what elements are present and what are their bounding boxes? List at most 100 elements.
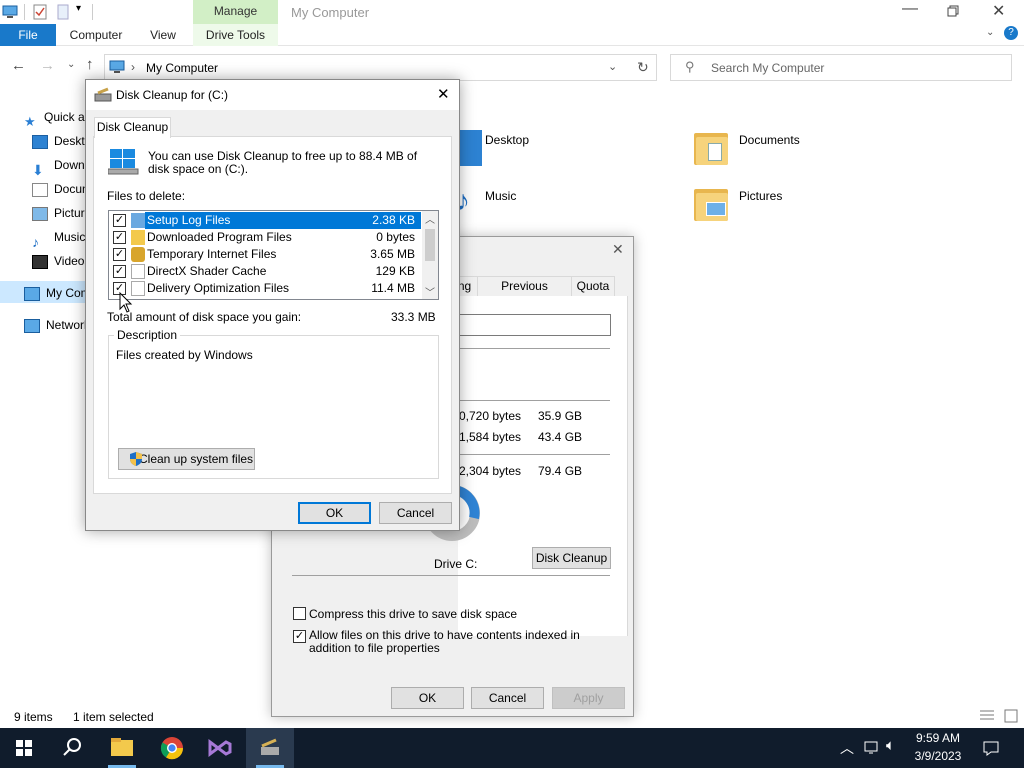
documents-icon bbox=[32, 182, 48, 197]
tab-disk-cleanup[interactable]: Disk Cleanup bbox=[94, 117, 171, 138]
tab-drive-tools[interactable]: Drive Tools bbox=[193, 24, 278, 46]
list-item[interactable]: ✓ Temporary Internet Files 3.65 MB bbox=[109, 246, 423, 263]
close-icon[interactable]: ✕ bbox=[992, 1, 1005, 21]
clock-date[interactable]: 3/9/2023 bbox=[908, 749, 968, 763]
refresh-icon[interactable]: ↻ bbox=[637, 59, 649, 76]
chevron-up-icon[interactable]: ︿ bbox=[840, 738, 854, 758]
chevron-down-icon[interactable]: ⌄ bbox=[608, 60, 617, 73]
files-list[interactable]: ✓ Setup Log Files 2.38 KB ✓ Downloaded P… bbox=[108, 210, 439, 300]
folder-label-desktop[interactable]: Desktop bbox=[485, 133, 529, 147]
folder-label-documents[interactable]: Documents bbox=[739, 133, 800, 147]
divider bbox=[292, 575, 610, 576]
disk-cleanup-icon bbox=[94, 87, 112, 102]
folder-icon bbox=[131, 230, 145, 245]
scrollbar-thumb[interactable] bbox=[425, 229, 435, 261]
help-icon[interactable]: ? bbox=[1004, 26, 1018, 40]
free-bytes: 1,584 bytes bbox=[459, 430, 522, 444]
divider bbox=[92, 4, 93, 20]
search-icon[interactable] bbox=[48, 728, 96, 768]
restore-icon[interactable] bbox=[947, 5, 959, 17]
documents-folder-icon[interactable] bbox=[694, 129, 730, 167]
file-icon bbox=[131, 213, 145, 228]
network-icon[interactable] bbox=[863, 740, 881, 756]
status-bar: 9 items 1 item selected bbox=[0, 706, 1024, 728]
recent-locations-icon[interactable]: ⌄ bbox=[67, 59, 75, 70]
search-input[interactable]: ⚲ Search My Computer bbox=[670, 54, 1012, 81]
star-icon: ★ bbox=[24, 113, 36, 128]
properties-icon[interactable] bbox=[33, 4, 47, 20]
details-view-icon[interactable] bbox=[979, 709, 995, 723]
sidebar-item-network[interactable]: Network bbox=[24, 314, 90, 336]
list-item[interactable]: ✓ DirectX Shader Cache 129 KB bbox=[109, 263, 423, 280]
folder-label-pictures[interactable]: Pictures bbox=[739, 189, 782, 203]
new-folder-icon[interactable] bbox=[57, 4, 69, 20]
download-icon: ⬇ bbox=[32, 161, 44, 176]
item-checkbox[interactable]: ✓ bbox=[113, 248, 126, 261]
divider bbox=[458, 454, 610, 455]
sidebar-item-music[interactable]: ♪ Music bbox=[32, 226, 85, 248]
files-to-delete-label: Files to delete: bbox=[107, 189, 186, 203]
tab-previous-versions[interactable]: Previous Versions bbox=[477, 276, 572, 312]
visual-studio-icon[interactable] bbox=[196, 728, 244, 768]
forward-arrow-icon[interactable]: → bbox=[40, 57, 55, 74]
breadcrumb[interactable]: My Computer bbox=[146, 61, 218, 75]
item-checkbox[interactable]: ✓ bbox=[113, 214, 126, 227]
drive-name-input[interactable] bbox=[458, 314, 611, 336]
list-item[interactable]: ✓ Delivery Optimization Files 11.4 MB bbox=[109, 280, 423, 297]
tab-view[interactable]: View bbox=[140, 24, 186, 46]
scroll-down-icon[interactable]: ﹀ bbox=[425, 284, 435, 299]
chevron-down-icon[interactable]: ▾ bbox=[76, 3, 81, 14]
close-icon[interactable]: ✕ bbox=[437, 85, 450, 103]
search-placeholder: Search My Computer bbox=[711, 61, 825, 75]
compress-checkbox[interactable] bbox=[293, 607, 306, 620]
clean-up-system-files-button[interactable]: Clean up system files bbox=[118, 448, 255, 470]
pictures-icon bbox=[32, 206, 48, 221]
address-bar[interactable]: › My Computer ⌄ ↻ bbox=[104, 54, 657, 81]
file-icon bbox=[131, 264, 145, 279]
pictures-folder-icon[interactable] bbox=[694, 185, 730, 223]
chrome-icon[interactable] bbox=[148, 728, 196, 768]
computer-icon bbox=[24, 286, 40, 301]
list-scrollbar[interactable]: ︿ ﹀ bbox=[422, 211, 438, 299]
computer-icon bbox=[2, 5, 18, 18]
videos-icon bbox=[32, 254, 48, 269]
item-name: DirectX Shader Cache bbox=[147, 264, 267, 278]
compress-label: Compress this drive to save disk space bbox=[309, 607, 518, 621]
item-size: 11.4 MB bbox=[371, 281, 415, 295]
tab-quota[interactable]: Quota bbox=[571, 276, 615, 297]
list-item[interactable]: ✓ Downloaded Program Files 0 bytes bbox=[109, 229, 423, 246]
scroll-up-icon[interactable]: ︿ bbox=[425, 211, 435, 226]
disk-cleanup-taskbar-icon[interactable] bbox=[246, 728, 294, 768]
large-icons-view-icon[interactable] bbox=[1003, 709, 1019, 723]
disk-cleanup-button[interactable]: Disk Cleanup bbox=[532, 547, 611, 569]
minimize-icon[interactable]: — bbox=[902, 0, 918, 18]
total-gain-label: Total amount of disk space you gain: bbox=[107, 310, 302, 324]
folder-label-music[interactable]: Music bbox=[485, 189, 516, 203]
notifications-icon[interactable] bbox=[982, 740, 1000, 756]
clock-time[interactable]: 9:59 AM bbox=[908, 731, 968, 745]
file-explorer-icon[interactable] bbox=[98, 728, 146, 768]
item-checkbox[interactable]: ✓ bbox=[113, 265, 126, 278]
ok-button[interactable]: OK bbox=[298, 502, 371, 524]
up-arrow-icon[interactable]: ↑ bbox=[86, 56, 94, 73]
sidebar-item-label: Network bbox=[46, 318, 91, 332]
clean-up-system-files-label: Clean up system files bbox=[139, 452, 254, 466]
index-checkbox[interactable]: ✓ bbox=[293, 630, 306, 643]
close-icon[interactable]: ✕ bbox=[612, 241, 624, 258]
item-checkbox[interactable]: ✓ bbox=[113, 231, 126, 244]
drive-label: Drive C: bbox=[434, 557, 478, 571]
back-arrow-icon[interactable]: ← bbox=[11, 57, 26, 74]
item-name: Temporary Internet Files bbox=[147, 247, 277, 261]
manage-tab-header[interactable]: Manage bbox=[193, 0, 278, 24]
music-icon: ♪ bbox=[32, 233, 39, 248]
divider bbox=[458, 400, 610, 401]
chevron-down-icon[interactable]: ⌄ bbox=[986, 27, 994, 38]
sidebar-item-videos[interactable]: Videos bbox=[32, 250, 90, 272]
volume-icon[interactable]: 🔈︎ bbox=[886, 737, 895, 754]
start-windows-icon[interactable] bbox=[0, 728, 48, 768]
cancel-button[interactable]: Cancel bbox=[379, 502, 452, 524]
list-item[interactable]: ✓ Setup Log Files 2.38 KB bbox=[109, 212, 423, 229]
tab-computer[interactable]: Computer bbox=[62, 24, 130, 46]
tab-file[interactable]: File bbox=[0, 24, 56, 46]
capacity-bytes: 2,304 bytes bbox=[459, 464, 522, 478]
